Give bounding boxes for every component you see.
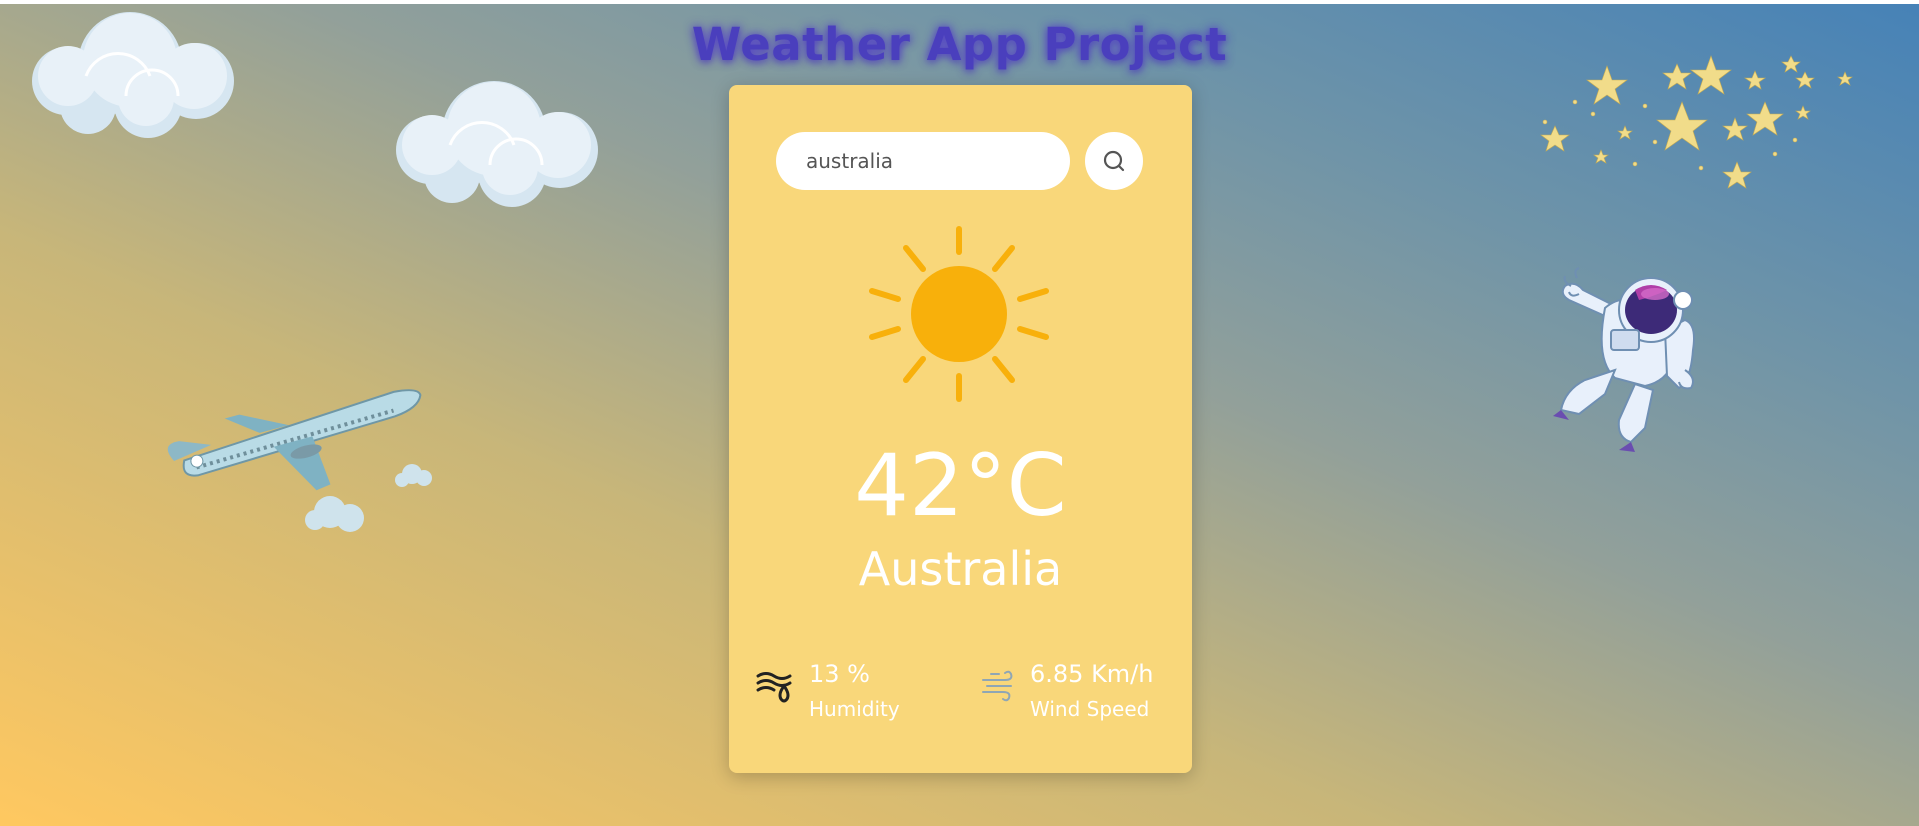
humidity-label: Humidity [809,697,900,721]
search-button[interactable] [1085,132,1143,190]
wind-icon [982,670,1013,702]
page-title: Weather App Project [691,18,1228,71]
wind-speed-label: Wind Speed [1030,697,1150,721]
weather-card: 42°C Australia 13 % Humidity [729,85,1192,773]
humidity-icon [756,672,792,703]
humidity-detail: 13 % Humidity [756,660,926,721]
astronaut-illustration [1553,267,1695,452]
temperature-value: 42°C [854,436,1067,536]
humidity-value: 13 % [809,660,870,688]
background-scene: Weather App Project 42 [0,4,1919,826]
cloud-illustration [396,81,598,207]
sun-icon [869,226,1049,402]
wind-detail: 6.85 Km/h Wind Speed [981,660,1181,721]
airplane-illustration [167,389,432,532]
city-name: Australia [858,542,1063,596]
search-icon [1103,150,1125,172]
search-input[interactable] [776,132,1070,190]
wind-speed-value: 6.85 Km/h [1030,660,1154,688]
